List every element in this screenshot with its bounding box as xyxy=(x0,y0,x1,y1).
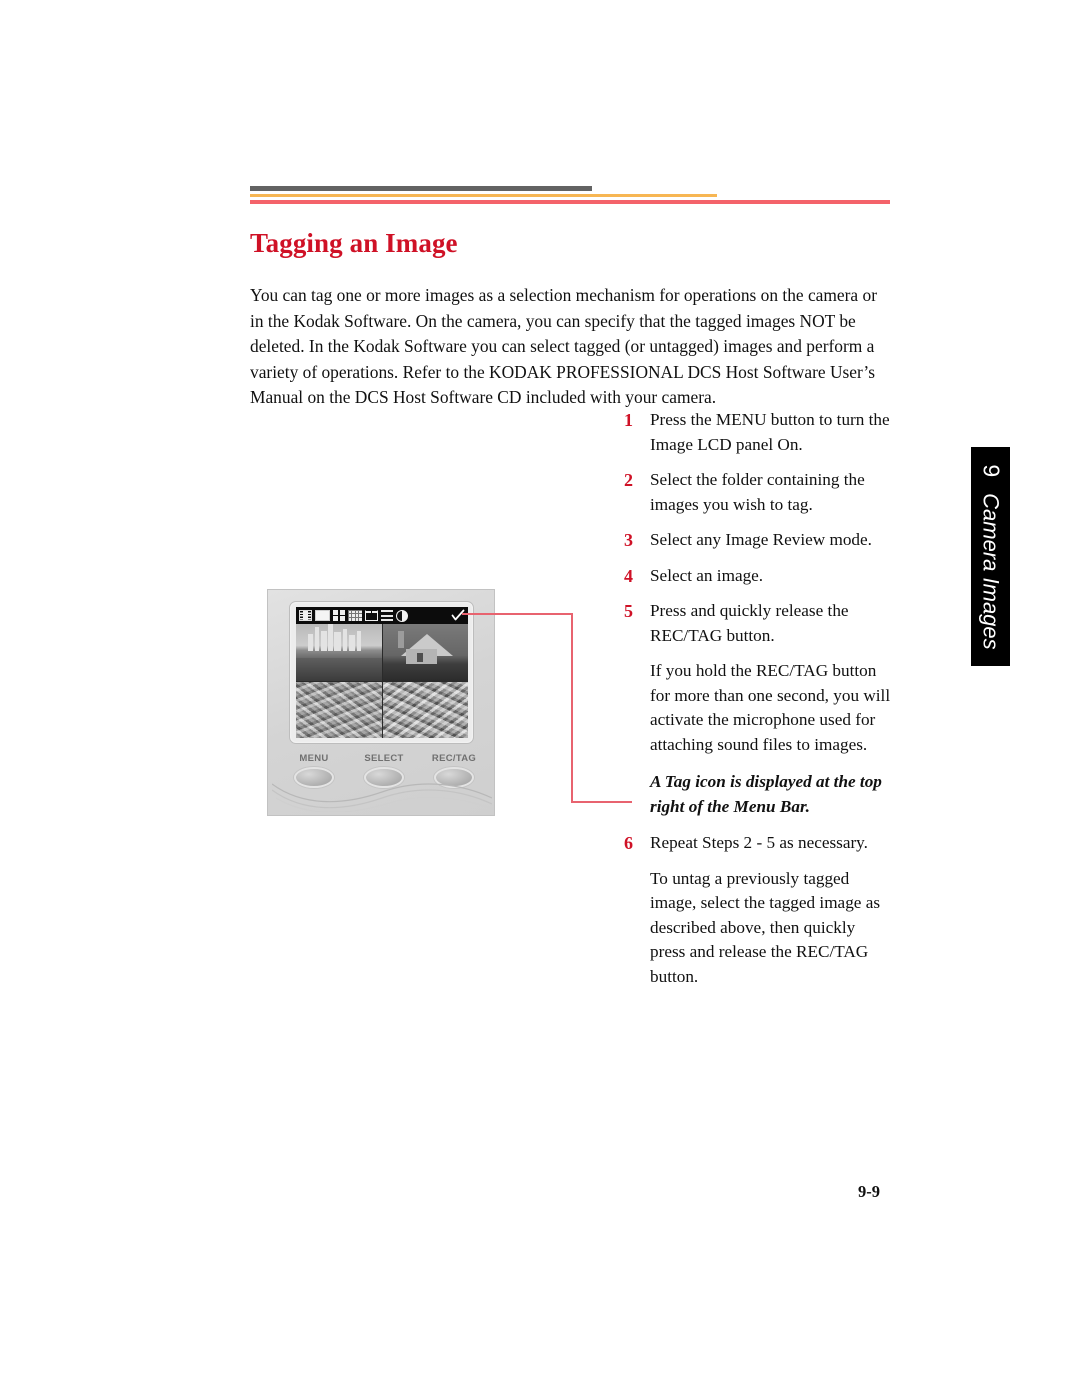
crowd-thumbnail-right[interactable] xyxy=(382,681,468,738)
chapter-title: Camera Images xyxy=(978,492,1003,650)
rec-tag-button-label: REC/TAG xyxy=(431,753,477,764)
header-rule-group xyxy=(250,186,890,204)
crowd-thumbnail-left[interactable] xyxy=(296,681,382,738)
folder-icon[interactable] xyxy=(365,610,378,621)
step-item: 6 Repeat Steps 2 - 5 as necessary. xyxy=(624,831,894,856)
step-item: 1 Press the MENU button to turn the Imag… xyxy=(624,408,894,457)
nine-up-grid-icon[interactable] xyxy=(348,610,362,621)
step-item: 5 Press and quickly release the REC/TAG … xyxy=(624,599,894,648)
step-item: 2 Select the folder containing the image… xyxy=(624,468,894,517)
header-rule-tan xyxy=(250,194,718,197)
step-text: Press and quickly release the REC/TAG bu… xyxy=(650,601,849,645)
rec-tag-button[interactable]: REC/TAG xyxy=(424,753,484,788)
step-text: Repeat Steps 2 - 5 as necessary. xyxy=(650,833,868,852)
film-strip-icon[interactable] xyxy=(299,610,312,621)
lcd-bezel xyxy=(289,601,474,744)
rec-tag-button-dot[interactable] xyxy=(434,767,474,788)
menu-button-label: MENU xyxy=(299,753,329,764)
city-skyline-thumbnail[interactable] xyxy=(296,624,382,681)
lcd-thumbnail-grid xyxy=(296,624,468,738)
step-number: 4 xyxy=(624,565,633,586)
camera-body: MENU SELECT REC/TAG xyxy=(267,589,495,816)
lcd-menu-bar xyxy=(296,607,468,624)
camera-lcd-illustration: MENU SELECT REC/TAG xyxy=(267,589,495,816)
header-rule-dark xyxy=(250,186,593,191)
tag-checkmark-icon[interactable] xyxy=(451,609,465,622)
step-number: 3 xyxy=(624,530,633,550)
house-thumbnail[interactable] xyxy=(382,624,468,681)
page-number: 9-9 xyxy=(858,1182,880,1201)
step-number: 5 xyxy=(624,601,633,621)
select-button[interactable]: SELECT xyxy=(354,753,414,788)
step5-note-paragraph: If you hold the REC/TAG button for more … xyxy=(650,661,891,754)
tag-icon-italic-note: A Tag icon is displayed at the top right… xyxy=(650,772,882,816)
step6-note-paragraph: To untag a previously tagged image, sele… xyxy=(650,868,881,986)
step-number: 6 xyxy=(624,833,633,853)
step-number: 2 xyxy=(624,470,633,490)
step-item: 4 Select an image. xyxy=(624,564,894,589)
menu-button[interactable]: MENU xyxy=(284,753,344,788)
lines-icon[interactable] xyxy=(381,610,393,621)
step-number: 1 xyxy=(624,410,633,430)
procedure-step-list: 1 Press the MENU button to turn the Imag… xyxy=(624,408,894,989)
chapter-side-tab: 9 Camera Images xyxy=(971,447,1010,666)
four-up-grid-icon[interactable] xyxy=(333,610,345,621)
select-button-label: SELECT xyxy=(364,753,404,764)
chapter-number: 9 xyxy=(978,463,1004,477)
menu-button-dot[interactable] xyxy=(294,767,334,788)
page-title: Tagging an Image xyxy=(250,228,458,258)
lcd-screen xyxy=(296,607,468,738)
intro-paragraph: You can tag one or more images as a sele… xyxy=(250,285,877,408)
step-text: Select the folder containing the images … xyxy=(650,470,865,514)
camera-button-row: MENU SELECT REC/TAG xyxy=(284,753,484,788)
step-text: Select an image. xyxy=(650,565,764,585)
header-rule-red xyxy=(250,200,890,204)
step-text: Press the MENU button to turn the Image … xyxy=(650,410,890,454)
step-item: 3 Select any Image Review mode. xyxy=(624,528,894,553)
single-image-icon[interactable] xyxy=(315,610,330,621)
step-text: Select any Image Review mode. xyxy=(650,530,872,549)
contrast-icon[interactable] xyxy=(396,609,408,622)
select-button-dot[interactable] xyxy=(364,767,404,788)
